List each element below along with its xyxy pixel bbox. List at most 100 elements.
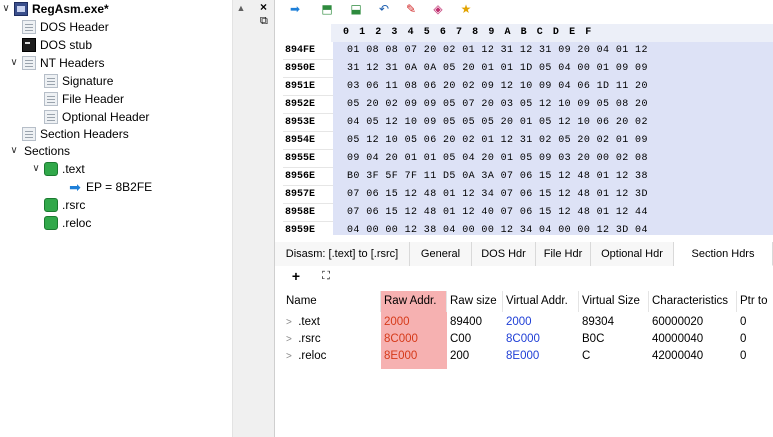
cell-raw-size: C00 [450, 333, 472, 345]
hex-row-bytes[interactable]: 05 12 10 05 06 20 02 01 12 31 02 05 20 0… [333, 132, 773, 150]
hex-row-bytes[interactable]: 31 12 31 0A 0A 05 20 01 01 1D 05 04 00 0… [333, 60, 773, 78]
hex-row-address: 8954E [283, 132, 333, 150]
hex-row-bytes[interactable]: 05 20 02 09 09 05 07 20 03 05 12 10 09 0… [333, 96, 773, 114]
hex-row-address: 8952E [283, 96, 333, 114]
pin-icon[interactable]: ✎ [403, 1, 419, 17]
tree-scrollbar[interactable]: ▲ [232, 0, 249, 437]
hex-column-label: 7 [456, 27, 463, 38]
hex-row-bytes[interactable]: 07 06 15 12 48 01 12 34 07 06 15 12 48 0… [333, 186, 773, 204]
add-icon[interactable]: + [287, 266, 305, 286]
chevron-down-icon[interactable]: ∨ [8, 142, 20, 160]
hex-view[interactable]: 0123456789ABCDEF 894FE 01 08 08 07 20 02 … [283, 24, 773, 235]
hex-row-bytes[interactable]: 07 06 15 12 48 01 12 40 07 06 15 12 48 0… [333, 204, 773, 222]
cell-virtual-addr: 2000 [506, 316, 532, 328]
console-icon [22, 38, 36, 52]
undo-icon[interactable]: ↶ [376, 1, 392, 17]
table-row-reloc[interactable]: > .reloc [283, 349, 381, 364]
document-icon [22, 20, 36, 34]
hex-row[interactable]: 8956E B0 3F 5F 7F 11 D5 0A 3A 07 06 15 12… [283, 168, 773, 186]
chevron-down-icon[interactable]: ∨ [30, 160, 42, 178]
section-headers-table[interactable]: Name Raw Addr. Raw size Virtual Addr. Vi… [283, 291, 773, 437]
hex-row-bytes[interactable]: 04 05 12 10 09 05 05 05 20 01 05 12 10 0… [333, 114, 773, 132]
hex-row[interactable]: 8958E 07 06 15 12 48 01 12 40 07 06 15 12… [283, 204, 773, 222]
tab-dos-hdr[interactable]: DOS Hdr [472, 242, 536, 266]
col-header-ptr-to[interactable]: Ptr to [737, 291, 773, 312]
hex-row-bytes[interactable]: 04 00 00 12 38 04 00 00 12 34 04 00 00 1… [333, 222, 773, 235]
table-row-text[interactable]: > .text [283, 315, 381, 330]
hex-row-bytes[interactable]: 09 04 20 01 01 05 04 20 01 05 09 03 20 0… [333, 150, 773, 168]
document-icon [22, 127, 36, 141]
tree-item-signature[interactable]: Signature [42, 72, 113, 90]
chevron-right-icon[interactable]: > [286, 317, 292, 328]
chevron-down-icon[interactable]: ∨ [8, 54, 20, 72]
puzzle-icon [44, 198, 58, 212]
col-header-name[interactable]: Name [283, 291, 381, 312]
col-header-virtual-addr[interactable]: Virtual Addr. [503, 291, 579, 312]
hex-row[interactable]: 8950E 31 12 31 0A 0A 05 20 01 01 1D 05 04… [283, 60, 773, 78]
chevron-right-icon[interactable]: > [286, 351, 292, 362]
hex-row[interactable]: 8957E 07 06 15 12 48 01 12 34 07 06 15 12… [283, 186, 773, 204]
tab-file-hdr[interactable]: File Hdr [536, 242, 591, 266]
col-header-virtual-size[interactable]: Virtual Size [579, 291, 649, 312]
chevron-right-icon[interactable]: > [286, 334, 292, 345]
hex-column-label: F [585, 27, 592, 38]
tree-item-reloc[interactable]: .reloc [42, 214, 91, 232]
tree-item-entry-point[interactable]: ➡ EP = 8B2FE [66, 178, 152, 196]
col-header-characteristics[interactable]: Characteristics [649, 291, 737, 312]
col-header-raw-size[interactable]: Raw size [447, 291, 503, 312]
hex-row[interactable]: 8955E 09 04 20 01 01 05 04 20 01 05 09 03… [283, 150, 773, 168]
star-icon[interactable]: ★ [458, 1, 474, 17]
hex-row-bytes[interactable]: 01 08 08 07 20 02 01 12 31 12 31 09 20 0… [333, 42, 773, 60]
puzzle-icon [44, 162, 58, 176]
tree-item-dos-stub[interactable]: DOS stub [20, 36, 92, 54]
tree-item-file-header[interactable]: File Header [42, 90, 124, 108]
tree-item-text[interactable]: ∨ .text [30, 160, 85, 178]
hex-row-address: 8957E [283, 186, 333, 204]
tab-disasm[interactable]: Disasm: [.text] to [.rsrc] [275, 242, 410, 266]
tree-item-section-headers[interactable]: Section Headers [20, 125, 129, 143]
hex-row-bytes[interactable]: B0 3F 5F 7F 11 D5 0A 3A 07 06 15 12 48 0… [333, 168, 773, 186]
puzzle-icon [44, 216, 58, 230]
hex-row[interactable]: 8951E 03 06 11 08 06 20 02 09 12 10 09 04… [283, 78, 773, 96]
document-icon [44, 110, 58, 124]
col-header-raw-addr[interactable]: Raw Addr. [381, 291, 447, 312]
tab-general[interactable]: General [410, 242, 472, 266]
hex-row[interactable]: 8959E 04 00 00 12 38 04 00 00 12 34 04 00… [283, 222, 773, 235]
goto-icon[interactable]: ➡ [287, 1, 303, 17]
close-icon[interactable]: × [260, 0, 272, 14]
hex-column-label: 0 [342, 27, 349, 38]
hex-column-label: E [569, 27, 576, 38]
tab-section-hdrs[interactable]: Section Hdrs [674, 242, 773, 266]
disasm-icon[interactable]: ◈ [430, 1, 446, 17]
pane-splitter[interactable] [249, 0, 258, 437]
hex-row[interactable]: 8954E 05 12 10 05 06 20 02 01 12 31 02 05… [283, 132, 773, 150]
export-icon[interactable]: ⬓ [348, 1, 364, 17]
hex-row-address: 8958E [283, 204, 333, 222]
resize-icon[interactable]: ⛶ [317, 266, 335, 286]
structure-tree[interactable]: ∨ RegAsm.exe* DOS Header DOS stub ∨ NT Hea… [0, 0, 232, 437]
tree-item-rsrc[interactable]: .rsrc [42, 196, 85, 214]
scroll-up-icon[interactable]: ▲ [233, 0, 249, 17]
cell-raw-addr: 8C000 [384, 333, 418, 345]
save-icon[interactable]: ⬒ [319, 1, 335, 17]
tree-item-sections[interactable]: ∨ Sections [8, 142, 70, 160]
section-toolbar: + ⛶ [275, 266, 773, 286]
tab-optional-hdr[interactable]: Optional Hdr [591, 242, 674, 266]
tree-root[interactable]: ∨ RegAsm.exe* [0, 0, 109, 18]
hex-row-address: 8951E [283, 78, 333, 96]
chevron-down-icon[interactable]: ∨ [0, 0, 12, 18]
hex-row[interactable]: 894FE 01 08 08 07 20 02 01 12 31 12 31 09… [283, 42, 773, 60]
document-icon [22, 56, 36, 70]
hex-row[interactable]: 8952E 05 20 02 09 09 05 07 20 03 05 12 10… [283, 96, 773, 114]
tree-item-optional-header[interactable]: Optional Header [42, 108, 149, 126]
dock-icon[interactable]: ⧉ [260, 14, 272, 28]
right-pane: ➡ ⬒ ⬓ ↶ ✎ ◈ ★ 0123456789ABCDEF 894FE 01 0… [275, 0, 773, 437]
hex-column-label: 2 [375, 27, 382, 38]
hex-row-bytes[interactable]: 03 06 11 08 06 20 02 09 12 10 09 04 06 1… [333, 78, 773, 96]
cell-raw-addr: 2000 [384, 316, 410, 328]
hex-column-label: C [536, 27, 543, 38]
tree-item-dos-header[interactable]: DOS Header [20, 18, 109, 36]
tree-item-nt-headers[interactable]: ∨ NT Headers [8, 54, 104, 72]
table-row-rsrc[interactable]: > .rsrc [283, 332, 381, 347]
hex-row[interactable]: 8953E 04 05 12 10 09 05 05 05 20 01 05 12… [283, 114, 773, 132]
